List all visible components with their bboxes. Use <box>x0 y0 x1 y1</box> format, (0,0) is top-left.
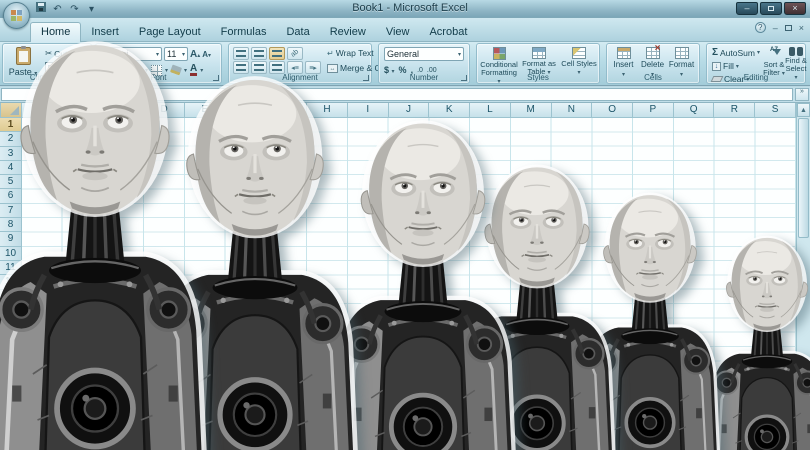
ribbon-tab[interactable]: Acrobat <box>419 23 477 42</box>
number-group: General ▾ $ ▾ % , .0 .00 Number <box>378 43 470 84</box>
window-title: Book1 - Microsoft Excel <box>352 2 468 14</box>
number-group-label: Number <box>409 73 439 82</box>
restore-icon <box>768 6 774 11</box>
format-cells-icon <box>674 47 689 59</box>
expand-formula-bar-button[interactable]: » <box>795 88 809 101</box>
ribbon-tab[interactable]: Formulas <box>211 23 277 42</box>
conditional-formatting-icon <box>492 47 506 60</box>
align-top-icon <box>236 49 246 58</box>
undo-button[interactable]: ↶ <box>51 3 64 16</box>
orientation-button[interactable]: ab <box>287 47 303 60</box>
align-top-button[interactable] <box>233 47 249 60</box>
workbook-minimize-button[interactable]: – <box>773 23 778 33</box>
column-header[interactable]: N <box>551 103 593 118</box>
insert-cells-icon <box>616 47 631 59</box>
autosum-button[interactable]: Σ AutoSum ▾ <box>710 46 762 59</box>
ribbon-tab[interactable]: Data <box>276 23 319 42</box>
align-middle-button[interactable] <box>251 47 267 60</box>
sigma-icon: Σ <box>712 47 719 58</box>
title-bar: ↶ ↷ ▾ Book1 - Microsoft Excel – × <box>0 0 810 18</box>
cell-styles-icon <box>572 47 586 59</box>
wrap-text-icon: ↵ <box>327 48 334 58</box>
editing-group: Σ AutoSum ▾ ↓ Fill ▾ Clear ▾ AZ Sort & F… <box>706 43 807 84</box>
workbook-controls: ? – × <box>754 22 804 33</box>
cells-group-label: Cells <box>644 73 662 82</box>
save-icon <box>35 2 46 12</box>
help-icon[interactable]: ? <box>754 22 766 33</box>
format-as-table-icon <box>532 47 546 59</box>
ribbon-tab[interactable]: View <box>376 23 420 42</box>
column-header[interactable]: Q <box>673 103 715 118</box>
alignment-dialog-launcher[interactable] <box>363 75 369 81</box>
align-middle-icon <box>254 49 264 58</box>
binoculars-icon <box>789 47 803 56</box>
cells-group: Insert▾ Delete▾ Format▾ Cells <box>606 43 700 84</box>
excel-window: ↶ ↷ ▾ Book1 - Microsoft Excel – × Home In… <box>0 0 810 450</box>
sort-filter-icon: AZ <box>768 47 781 60</box>
align-bottom-button[interactable] <box>269 47 285 60</box>
align-bottom-icon <box>272 49 282 58</box>
column-header[interactable]: P <box>633 103 674 118</box>
restore-button[interactable] <box>760 2 782 15</box>
close-button[interactable]: × <box>784 2 806 15</box>
column-header[interactable]: O <box>592 103 634 118</box>
robot-figure-1 <box>0 29 210 450</box>
quick-access-toolbar: ↶ ↷ ▾ <box>34 2 98 16</box>
editing-group-label: Editing <box>743 73 769 82</box>
column-header[interactable]: S <box>755 103 796 118</box>
number-dialog-launcher[interactable] <box>461 75 467 81</box>
workbook-restore-button[interactable] <box>784 24 792 31</box>
number-format-combo[interactable]: General ▾ <box>384 47 464 61</box>
minimize-button[interactable]: – <box>736 2 758 15</box>
ribbon-tab[interactable]: Review <box>320 23 376 42</box>
qat-customize-dropdown[interactable]: ▾ <box>85 3 98 16</box>
orientation-icon: ab <box>289 48 301 59</box>
workbook-close-button[interactable]: × <box>799 23 804 33</box>
styles-group-label: Styles <box>527 73 549 82</box>
office-button[interactable] <box>3 2 30 29</box>
scrollbar-thumb[interactable] <box>798 118 809 238</box>
column-header[interactable]: R <box>714 103 756 118</box>
office-logo-icon <box>11 10 22 21</box>
save-button[interactable] <box>34 2 47 16</box>
window-controls: – × <box>736 2 806 15</box>
fill-icon: ↓ <box>712 61 721 71</box>
styles-group: Conditional Formatting ▾ Format as Table… <box>476 43 600 85</box>
scroll-up-button[interactable]: ▲ <box>797 103 810 117</box>
fill-button[interactable]: ↓ Fill ▾ <box>710 60 762 72</box>
redo-button[interactable]: ↷ <box>68 3 81 16</box>
delete-cells-icon <box>645 43 661 59</box>
